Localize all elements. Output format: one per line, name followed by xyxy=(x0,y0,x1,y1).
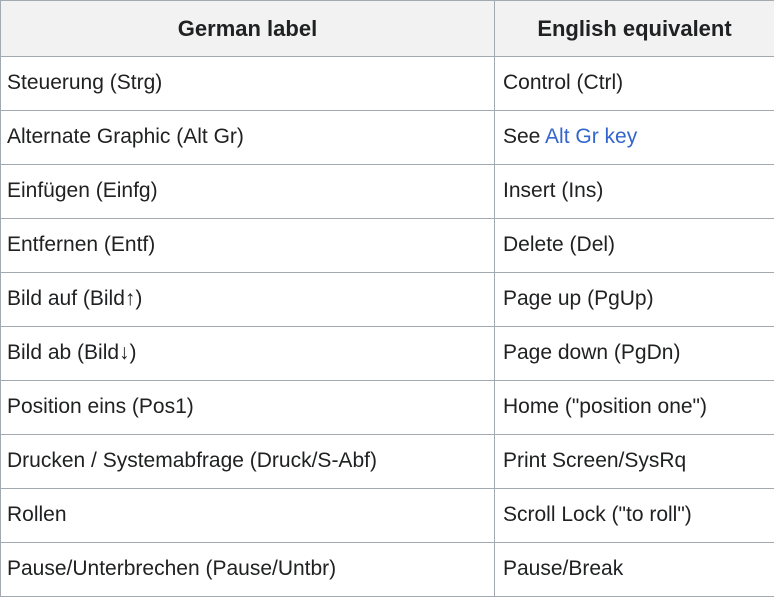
table-row: Bild ab (Bild↓) Page down (PgDn) xyxy=(0,326,774,381)
table-row: Steuerung (Strg) Control (Ctrl) xyxy=(0,56,774,111)
table-row: Position eins (Pos1) Home ("position one… xyxy=(0,380,774,435)
table-header-row: German label English equivalent xyxy=(0,0,774,57)
cell-german-label: Bild auf (Bild↑) xyxy=(0,272,495,327)
cell-english-equivalent: Page down (PgDn) xyxy=(494,326,774,381)
cell-english-equivalent: Control (Ctrl) xyxy=(494,56,774,111)
table-row: Einfügen (Einfg) Insert (Ins) xyxy=(0,164,774,219)
german-keyboard-label-table: German label English equivalent Steuerun… xyxy=(0,0,774,597)
cell-german-label: Bild ab (Bild↓) xyxy=(0,326,495,381)
cell-german-label: Drucken / Systemabfrage (Druck/S-Abf) xyxy=(0,434,495,489)
cell-english-equivalent: Insert (Ins) xyxy=(494,164,774,219)
cell-german-label: Pause/Unterbrechen (Pause/Untbr) xyxy=(0,542,495,597)
table-row: Drucken / Systemabfrage (Druck/S-Abf) Pr… xyxy=(0,434,774,489)
cell-english-equivalent: Print Screen/SysRq xyxy=(494,434,774,489)
cell-german-label: Rollen xyxy=(0,488,495,543)
cell-german-label: Entfernen (Entf) xyxy=(0,218,495,273)
cell-german-label: Einfügen (Einfg) xyxy=(0,164,495,219)
column-header-english-equivalent: English equivalent xyxy=(494,0,774,57)
cell-english-equivalent: Pause/Break xyxy=(494,542,774,597)
table-row: Bild auf (Bild↑) Page up (PgUp) xyxy=(0,272,774,327)
cell-english-equivalent: Page up (PgUp) xyxy=(494,272,774,327)
table-header: German label English equivalent xyxy=(0,0,774,57)
cell-english-equivalent: Home ("position one") xyxy=(494,380,774,435)
table-row: Alternate Graphic (Alt Gr) See Alt Gr ke… xyxy=(0,110,774,165)
column-header-german-label: German label xyxy=(0,0,495,57)
table-body: Steuerung (Strg) Control (Ctrl) Alternat… xyxy=(0,56,774,597)
table-row: Rollen Scroll Lock ("to roll") xyxy=(0,488,774,543)
cell-english-equivalent: See Alt Gr key xyxy=(494,110,774,165)
english-text-prefix: See xyxy=(503,125,546,149)
table-row: Pause/Unterbrechen (Pause/Untbr) Pause/B… xyxy=(0,542,774,597)
cell-german-label: Alternate Graphic (Alt Gr) xyxy=(0,110,495,165)
cell-german-label: Position eins (Pos1) xyxy=(0,380,495,435)
table-row: Entfernen (Entf) Delete (Del) xyxy=(0,218,774,273)
cell-english-equivalent: Delete (Del) xyxy=(494,218,774,273)
cell-english-equivalent: Scroll Lock ("to roll") xyxy=(494,488,774,543)
cell-german-label: Steuerung (Strg) xyxy=(0,56,495,111)
alt-gr-key-link[interactable]: Alt Gr key xyxy=(545,125,637,148)
